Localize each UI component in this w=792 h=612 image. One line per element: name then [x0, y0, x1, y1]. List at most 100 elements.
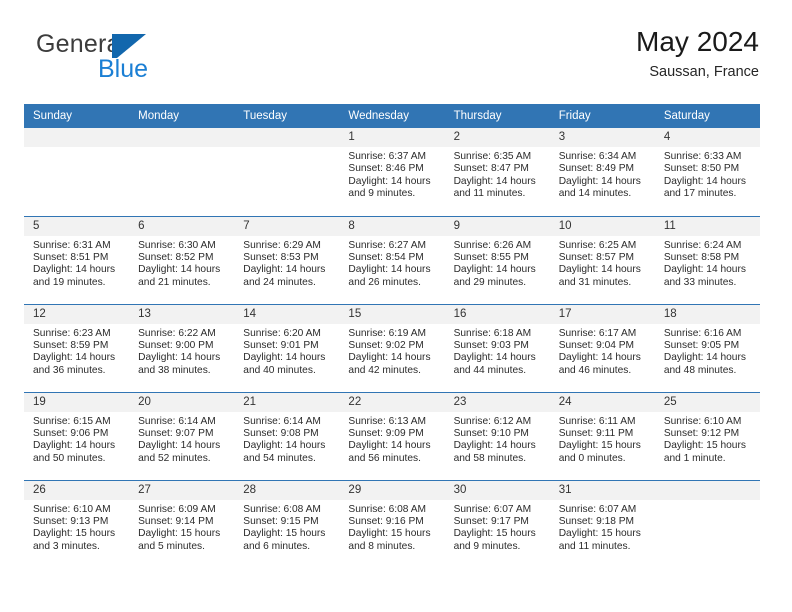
calendar-day-cell[interactable]: 5 Sunrise: 6:31 AM Sunset: 8:51 PM Daylight…: [24, 215, 130, 304]
calendar-day-cell[interactable]: 24 Sunrise: 6:11 AM Sunset: 9:11 PM Dayligh…: [549, 391, 655, 480]
calendar-day-cell[interactable]: 15 Sunrise: 6:19 AM Sunset: 9:02 PM Dayligh…: [339, 303, 445, 392]
calendar-day-cell[interactable]: 4 Sunrise: 6:33 AM Sunset: 8:50 PM Daylight…: [654, 128, 760, 216]
calendar-week-row: 1 Sunrise: 6:37 AM Sunset: 8:46 PM Daylight…: [24, 128, 760, 216]
sunrise-time: Sunrise: 6:25 AM: [558, 239, 637, 251]
day-number: 16: [444, 304, 550, 324]
daylight-duration-line-2: and 1 minute.: [663, 452, 726, 464]
day-number: 2: [444, 128, 550, 147]
sunset-time: Sunset: 9:00 PM: [138, 339, 214, 351]
calendar-day-cell[interactable]: 21 Sunrise: 6:14 AM Sunset: 9:08 PM Dayligh…: [234, 391, 340, 480]
calendar-day-cell[interactable]: 7 Sunrise: 6:29 AM Sunset: 8:53 PM Daylight…: [234, 215, 340, 304]
day-number: [24, 128, 130, 147]
day-details: Sunrise: 6:17 AM Sunset: 9:04 PM Daylight:…: [550, 324, 655, 378]
daylight-duration-line-2: and 17 minutes.: [663, 188, 737, 200]
daylight-duration-line-2: and 42 minutes.: [348, 364, 421, 376]
day-number: 20: [129, 392, 235, 412]
day-details: Sunrise: 6:25 AM Sunset: 8:57 PM Daylight:…: [550, 236, 655, 290]
sunset-time: Sunset: 9:03 PM: [453, 339, 529, 351]
calendar-day-cell[interactable]: 20 Sunrise: 6:14 AM Sunset: 9:07 PM Dayligh…: [129, 391, 235, 480]
calendar-day-cell[interactable]: 3 Sunrise: 6:34 AM Sunset: 8:49 PM Daylight…: [549, 128, 655, 216]
day-details: Sunrise: 6:11 AM Sunset: 9:11 PM Daylight:…: [550, 412, 655, 466]
calendar-body: 1 Sunrise: 6:37 AM Sunset: 8:46 PM Daylight…: [24, 128, 760, 568]
day-number: 11: [654, 216, 760, 236]
sunset-time: Sunset: 8:54 PM: [348, 251, 424, 263]
calendar-day-cell[interactable]: 6 Sunrise: 6:30 AM Sunset: 8:52 PM Daylight…: [129, 215, 235, 304]
daylight-duration-line-1: Daylight: 14 hours: [33, 440, 116, 452]
calendar-day-cell[interactable]: 27 Sunrise: 6:09 AM Sunset: 9:14 PM Dayligh…: [129, 479, 235, 568]
daylight-duration-line-2: and 9 minutes.: [453, 540, 521, 552]
calendar-header-row: Sunday Monday Tuesday Wednesday Thursday Frid…: [24, 104, 760, 128]
calendar-day-cell[interactable]: 18 Sunrise: 6:16 AM Sunset: 9:05 PM Dayligh…: [654, 303, 760, 392]
calendar-week-row: 12 Sunrise: 6:23 AM Sunset: 8:59 PM Dayligh…: [24, 303, 760, 392]
day-number: 28: [234, 480, 340, 500]
sunrise-time: Sunrise: 6:19 AM: [348, 327, 427, 339]
daylight-duration-line-2: and 31 minutes.: [558, 276, 632, 288]
calendar-week-row: 19 Sunrise: 6:15 AM Sunset: 9:06 PM Dayligh…: [24, 391, 760, 480]
day-details: Sunrise: 6:07 AM Sunset: 9:18 PM Daylight:…: [550, 500, 655, 554]
day-details: Sunrise: 6:08 AM Sunset: 9:16 PM Daylight:…: [339, 500, 444, 554]
weekday-header-sunday: Sunday: [24, 104, 130, 128]
calendar-day-cell-empty: [654, 479, 760, 568]
day-details: Sunrise: 6:29 AM Sunset: 8:53 PM Daylight:…: [234, 236, 339, 290]
daylight-duration-line-1: Daylight: 15 hours: [243, 528, 326, 540]
calendar-day-cell[interactable]: 19 Sunrise: 6:15 AM Sunset: 9:06 PM Dayligh…: [24, 391, 130, 480]
sunset-time: Sunset: 9:12 PM: [663, 427, 740, 439]
calendar-day-cell[interactable]: 31 Sunrise: 6:07 AM Sunset: 9:18 PM Dayligh…: [549, 479, 655, 568]
calendar-day-cell[interactable]: 26 Sunrise: 6:10 AM Sunset: 9:13 PM Dayligh…: [24, 479, 130, 568]
daylight-duration-line-2: and 5 minutes.: [138, 540, 205, 552]
calendar-day-cell[interactable]: 23 Sunrise: 6:12 AM Sunset: 9:10 PM Dayligh…: [444, 391, 550, 480]
calendar-day-cell[interactable]: 10 Sunrise: 6:25 AM Sunset: 8:57 PM Dayligh…: [549, 215, 655, 304]
calendar-day-cell[interactable]: 25 Sunrise: 6:10 AM Sunset: 9:12 PM Dayligh…: [654, 391, 760, 480]
calendar-day-cell[interactable]: 1 Sunrise: 6:37 AM Sunset: 8:46 PM Daylight…: [339, 128, 445, 216]
day-number: 30: [444, 480, 550, 500]
daylight-duration-line-1: Daylight: 14 hours: [348, 352, 431, 364]
calendar-day-cell[interactable]: 11 Sunrise: 6:24 AM Sunset: 8:58 PM Dayligh…: [654, 215, 760, 304]
title-block: May 2024 Saussan, France: [636, 26, 759, 80]
daylight-duration-line-1: Daylight: 14 hours: [243, 264, 326, 276]
sunset-time: Sunset: 9:11 PM: [558, 427, 634, 439]
sunrise-time: Sunrise: 6:16 AM: [663, 327, 742, 339]
daylight-duration-line-2: and 3 minutes.: [33, 540, 100, 552]
day-number: [654, 480, 760, 500]
calendar-day-cell[interactable]: 22 Sunrise: 6:13 AM Sunset: 9:09 PM Dayligh…: [339, 391, 445, 480]
daylight-duration-line-2: and 24 minutes.: [243, 276, 316, 288]
sunset-time: Sunset: 8:52 PM: [138, 251, 214, 263]
daylight-duration-line-2: and 14 minutes.: [558, 188, 632, 200]
day-number: 23: [444, 392, 550, 412]
calendar-day-cell[interactable]: 13 Sunrise: 6:22 AM Sunset: 9:00 PM Dayligh…: [129, 303, 235, 392]
daylight-duration-line-2: and 6 minutes.: [243, 540, 311, 552]
calendar-day-cell[interactable]: 8 Sunrise: 6:27 AM Sunset: 8:54 PM Daylight…: [339, 215, 445, 304]
general-blue-logo[interactable]: General Blue: [36, 32, 266, 94]
daylight-duration-line-1: Daylight: 14 hours: [348, 440, 431, 452]
calendar-day-cell[interactable]: 14 Sunrise: 6:20 AM Sunset: 9:01 PM Dayligh…: [234, 303, 340, 392]
day-number: 1: [339, 128, 445, 147]
day-details: Sunrise: 6:33 AM Sunset: 8:50 PM Daylight:…: [655, 147, 760, 201]
sunrise-time: Sunrise: 6:30 AM: [138, 239, 216, 251]
daylight-duration-line-1: Daylight: 14 hours: [453, 440, 536, 452]
calendar-day-cell[interactable]: 9 Sunrise: 6:26 AM Sunset: 8:55 PM Daylight…: [444, 215, 550, 304]
day-details: Sunrise: 6:10 AM Sunset: 9:12 PM Daylight:…: [655, 412, 760, 466]
daylight-duration-line-2: and 38 minutes.: [138, 364, 211, 376]
calendar-day-cell[interactable]: 29 Sunrise: 6:08 AM Sunset: 9:16 PM Dayligh…: [339, 479, 445, 568]
calendar-day-cell[interactable]: 28 Sunrise: 6:08 AM Sunset: 9:15 PM Dayligh…: [234, 479, 340, 568]
calendar-day-cell[interactable]: 16 Sunrise: 6:18 AM Sunset: 9:03 PM Dayligh…: [444, 303, 550, 392]
daylight-duration-line-2: and 44 minutes.: [453, 364, 527, 376]
day-details: Sunrise: 6:10 AM Sunset: 9:13 PM Daylight:…: [24, 500, 129, 554]
sunset-time: Sunset: 9:07 PM: [138, 427, 214, 439]
day-details: Sunrise: 6:19 AM Sunset: 9:02 PM Daylight:…: [339, 324, 444, 378]
calendar-day-cell[interactable]: 2 Sunrise: 6:35 AM Sunset: 8:47 PM Daylight…: [444, 128, 550, 216]
calendar-day-cell[interactable]: 30 Sunrise: 6:07 AM Sunset: 9:17 PM Dayligh…: [444, 479, 550, 568]
day-number: 17: [549, 304, 655, 324]
daylight-duration-line-2: and 58 minutes.: [453, 452, 527, 464]
day-details: Sunrise: 6:20 AM Sunset: 9:01 PM Daylight:…: [234, 324, 339, 378]
sunset-time: Sunset: 9:02 PM: [348, 339, 424, 351]
sunrise-time: Sunrise: 6:13 AM: [348, 415, 427, 427]
calendar-day-cell[interactable]: 12 Sunrise: 6:23 AM Sunset: 8:59 PM Dayligh…: [24, 303, 130, 392]
sunrise-time: Sunrise: 6:33 AM: [663, 151, 742, 162]
sunset-time: Sunset: 9:14 PM: [138, 515, 214, 527]
calendar-day-cell[interactable]: 17 Sunrise: 6:17 AM Sunset: 9:04 PM Dayligh…: [549, 303, 655, 392]
daylight-duration-line-1: Daylight: 14 hours: [558, 175, 641, 187]
sunset-time: Sunset: 9:08 PM: [243, 427, 319, 439]
sunset-time: Sunset: 8:59 PM: [33, 339, 109, 351]
daylight-duration-line-2: and 40 minutes.: [243, 364, 316, 376]
